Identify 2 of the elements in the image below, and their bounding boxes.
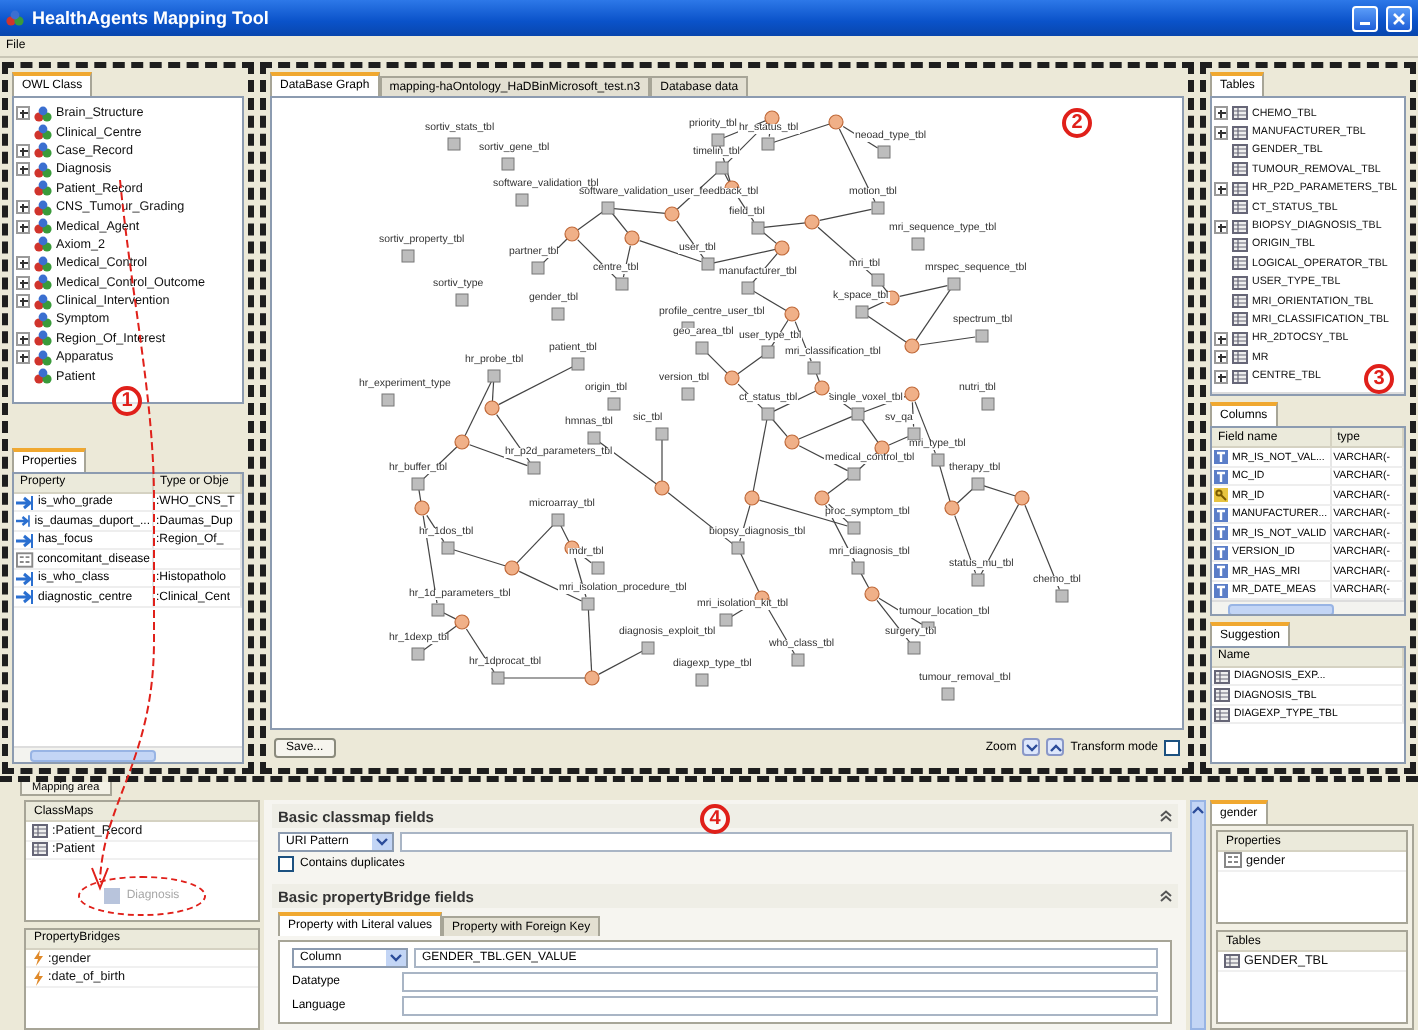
window-title: HealthAgents Mapping Tool [32, 8, 271, 28]
annotation-number: 1 [112, 386, 142, 416]
